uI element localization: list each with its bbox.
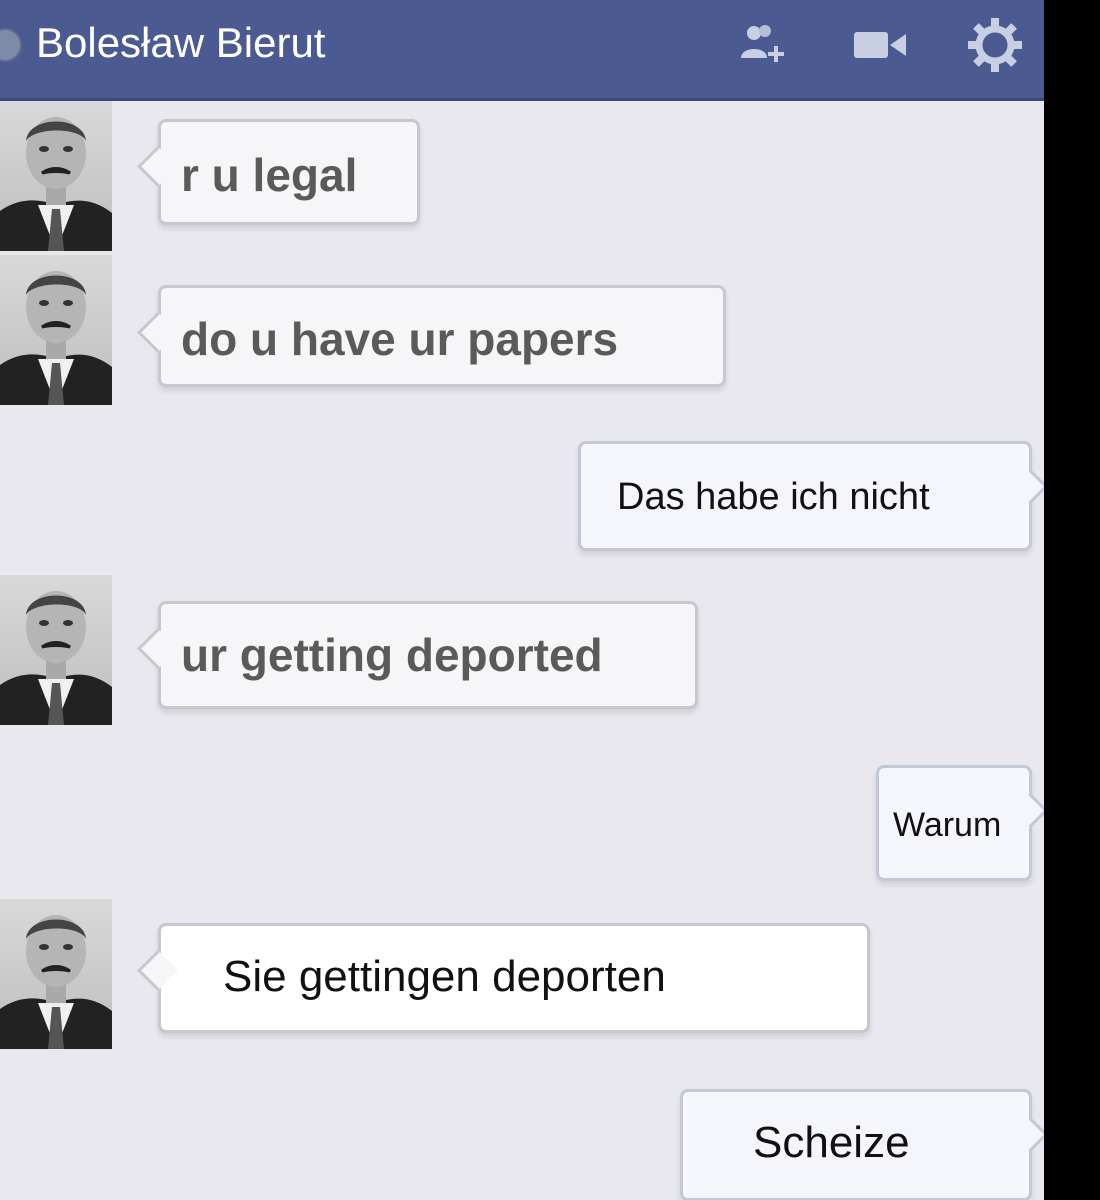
contact-avatar[interactable]	[0, 899, 112, 1049]
incoming-message[interactable]: r u legal	[158, 119, 420, 225]
add-friend-icon[interactable]	[738, 22, 786, 70]
outgoing-message[interactable]: Scheize	[680, 1089, 1032, 1200]
contact-avatar[interactable]	[0, 575, 112, 725]
message-text: do u have ur papers	[181, 313, 619, 365]
video-call-icon[interactable]	[852, 28, 908, 64]
gear-icon[interactable]	[966, 16, 1024, 74]
contact-avatar[interactable]	[0, 101, 112, 251]
contact-avatar[interactable]	[0, 255, 112, 405]
incoming-message[interactable]: ur getting deported	[158, 601, 698, 709]
message-list[interactable]: r u legal do u have ur papers Das habe i…	[0, 101, 1044, 1200]
online-status-icon	[0, 28, 22, 62]
message-text: ur getting deported	[181, 629, 603, 681]
chat-titlebar: Bolesław Bierut	[0, 0, 1044, 101]
message-text: Das habe ich nicht	[617, 476, 930, 518]
message-text: Sie gettingen deporten	[223, 952, 666, 1001]
message-text: Warum	[893, 806, 1002, 844]
chat-window: Bolesław Bierut r u legal do u have ur p…	[0, 0, 1044, 1200]
incoming-message[interactable]: Sie gettingen deporten	[158, 923, 870, 1033]
outgoing-message[interactable]: Warum	[876, 765, 1032, 881]
outgoing-message[interactable]: Das habe ich nicht	[578, 441, 1032, 551]
message-text: Scheize	[753, 1118, 910, 1167]
incoming-message[interactable]: do u have ur papers	[158, 285, 726, 387]
contact-name[interactable]: Bolesław Bierut	[36, 18, 325, 68]
message-text: r u legal	[181, 149, 358, 201]
